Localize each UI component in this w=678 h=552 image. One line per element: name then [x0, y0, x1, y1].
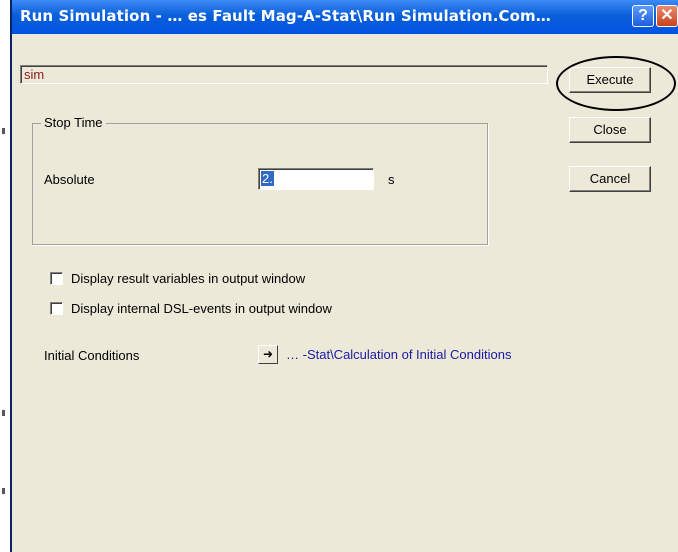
display-dsl-events-checkbox[interactable] — [50, 302, 63, 315]
edge-mark — [2, 410, 5, 416]
stop-time-legend: Stop Time — [41, 115, 106, 130]
command-name-field[interactable]: sim — [20, 65, 548, 84]
unit-label: s — [388, 172, 395, 187]
edge-mark — [2, 488, 5, 494]
help-button[interactable]: ? — [632, 5, 654, 27]
absolute-label: Absolute — [44, 172, 95, 187]
stop-time-input[interactable]: 2. — [258, 168, 374, 190]
display-result-variables-checkbox[interactable] — [50, 272, 63, 285]
title-bar[interactable]: Run Simulation - … es Fault Mag-A-Stat\R… — [12, 0, 678, 34]
run-simulation-dialog: Run Simulation - … es Fault Mag-A-Stat\R… — [10, 0, 678, 552]
stop-time-value: 2. — [261, 171, 274, 186]
window-title: Run Simulation - … es Fault Mag-A-Stat\R… — [20, 7, 551, 25]
initial-conditions-label: Initial Conditions — [44, 348, 140, 363]
initial-conditions-link[interactable]: … -Stat\Calculation of Initial Condition… — [286, 347, 511, 362]
display-result-variables-label: Display result variables in output windo… — [71, 271, 306, 286]
edge-mark — [2, 128, 5, 134]
cancel-button[interactable]: Cancel — [569, 166, 651, 192]
highlight-ellipse — [556, 56, 676, 111]
close-button[interactable]: Close — [569, 117, 651, 143]
jump-to-arrow-button[interactable]: ➜ — [258, 345, 278, 364]
arrow-right-icon: ➜ — [262, 347, 274, 361]
window-close-button[interactable]: ✕ — [656, 5, 678, 27]
display-dsl-events-label: Display internal DSL-events in output wi… — [71, 301, 332, 316]
